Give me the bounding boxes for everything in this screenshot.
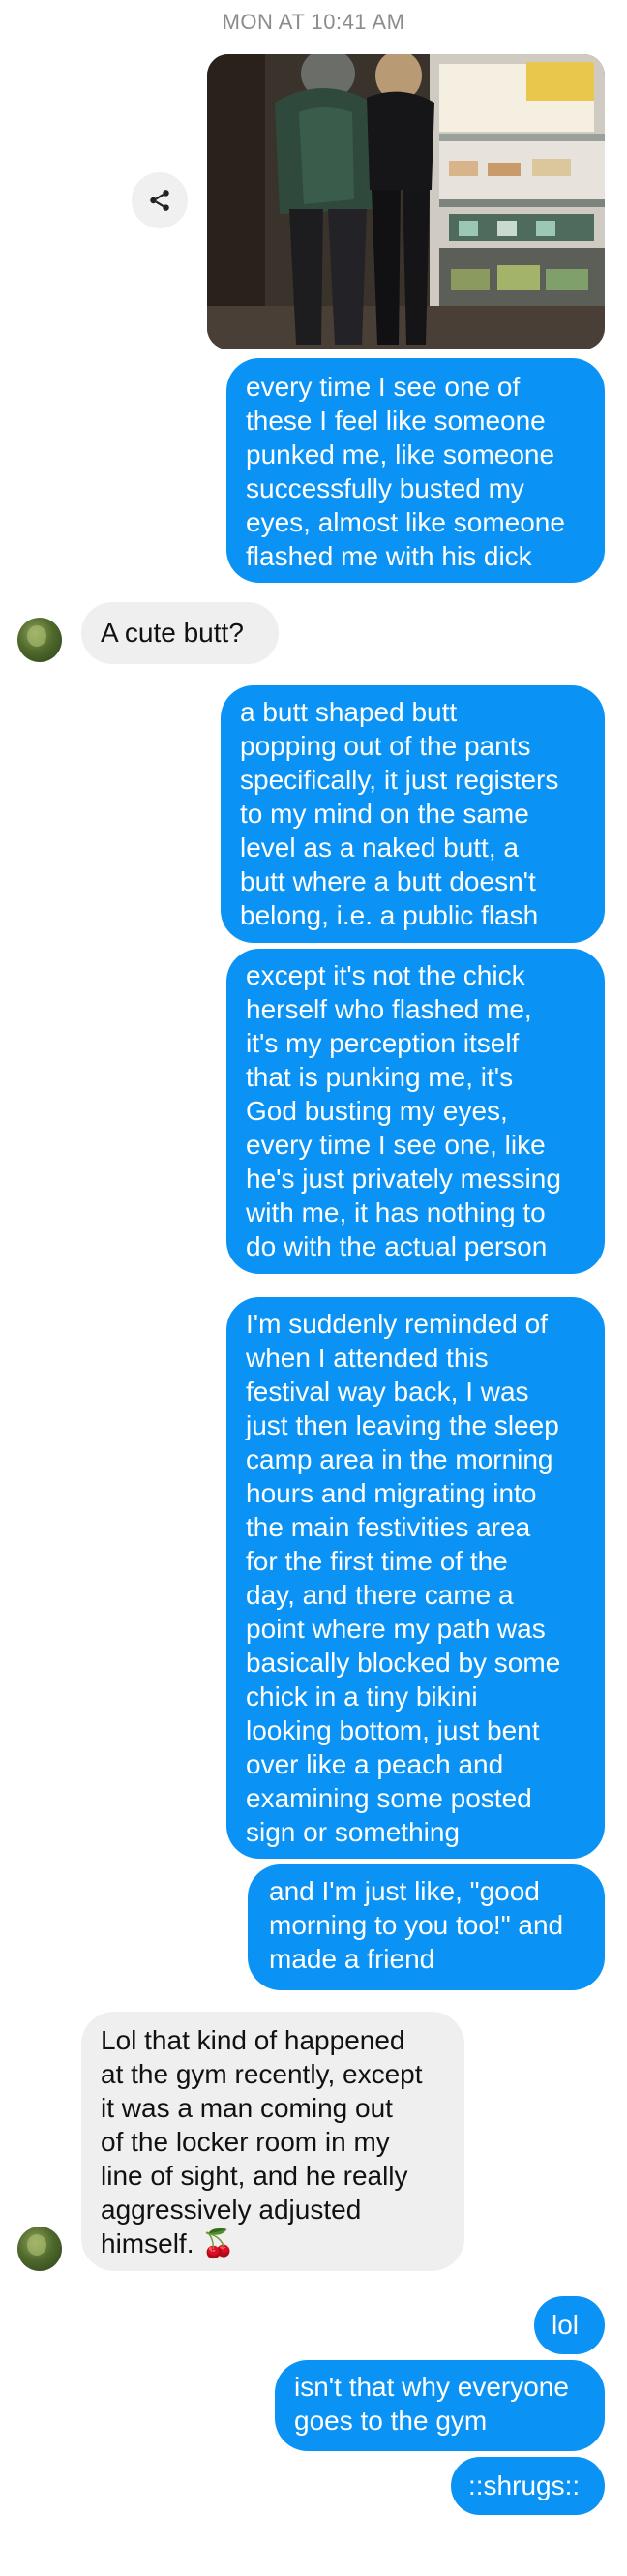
message-text: I'm suddenly reminded of when I attended…: [246, 1309, 561, 1847]
message-bubble-received[interactable]: A cute butt?: [81, 602, 279, 664]
message-bubble-received[interactable]: Lol that kind of happened at the gym rec…: [81, 2012, 464, 2271]
message-bubble-sent[interactable]: ::shrugs::: [451, 2457, 605, 2515]
share-button[interactable]: [132, 172, 188, 228]
message-text: isn't that why everyone goes to the gym: [294, 2372, 569, 2436]
contact-avatar[interactable]: [17, 2227, 62, 2271]
message-text: except it's not the chick herself who fl…: [246, 960, 561, 1261]
message-text: ::shrugs::: [468, 2470, 581, 2500]
message-bubble-sent[interactable]: isn't that why everyone goes to the gym: [275, 2360, 605, 2451]
message-timestamp: MON AT 10:41 AM: [222, 10, 405, 34]
photo-illustration: [207, 54, 605, 349]
message-bubble-sent[interactable]: lol: [534, 2296, 605, 2354]
message-bubble-sent[interactable]: I'm suddenly reminded of when I attended…: [226, 1297, 605, 1859]
message-bubble-sent[interactable]: and I'm just like, "good morning to you …: [248, 1864, 605, 1990]
message-text: and I'm just like, "good morning to you …: [269, 1876, 564, 1974]
message-bubble-sent[interactable]: a butt shaped butt popping out of the pa…: [221, 685, 605, 943]
message-text: A cute butt?: [101, 618, 244, 648]
message-text: a butt shaped butt popping out of the pa…: [240, 697, 559, 930]
message-text: lol: [552, 2310, 580, 2340]
message-text: Lol that kind of happened at the gym rec…: [101, 2025, 423, 2258]
contact-avatar[interactable]: [17, 618, 62, 662]
shared-photo[interactable]: [207, 54, 605, 349]
message-bubble-sent[interactable]: except it's not the chick herself who fl…: [226, 949, 605, 1274]
message-text: every time I see one of these I feel lik…: [246, 372, 565, 571]
message-bubble-sent[interactable]: every time I see one of these I feel lik…: [226, 358, 605, 583]
share-icon: [150, 190, 169, 211]
